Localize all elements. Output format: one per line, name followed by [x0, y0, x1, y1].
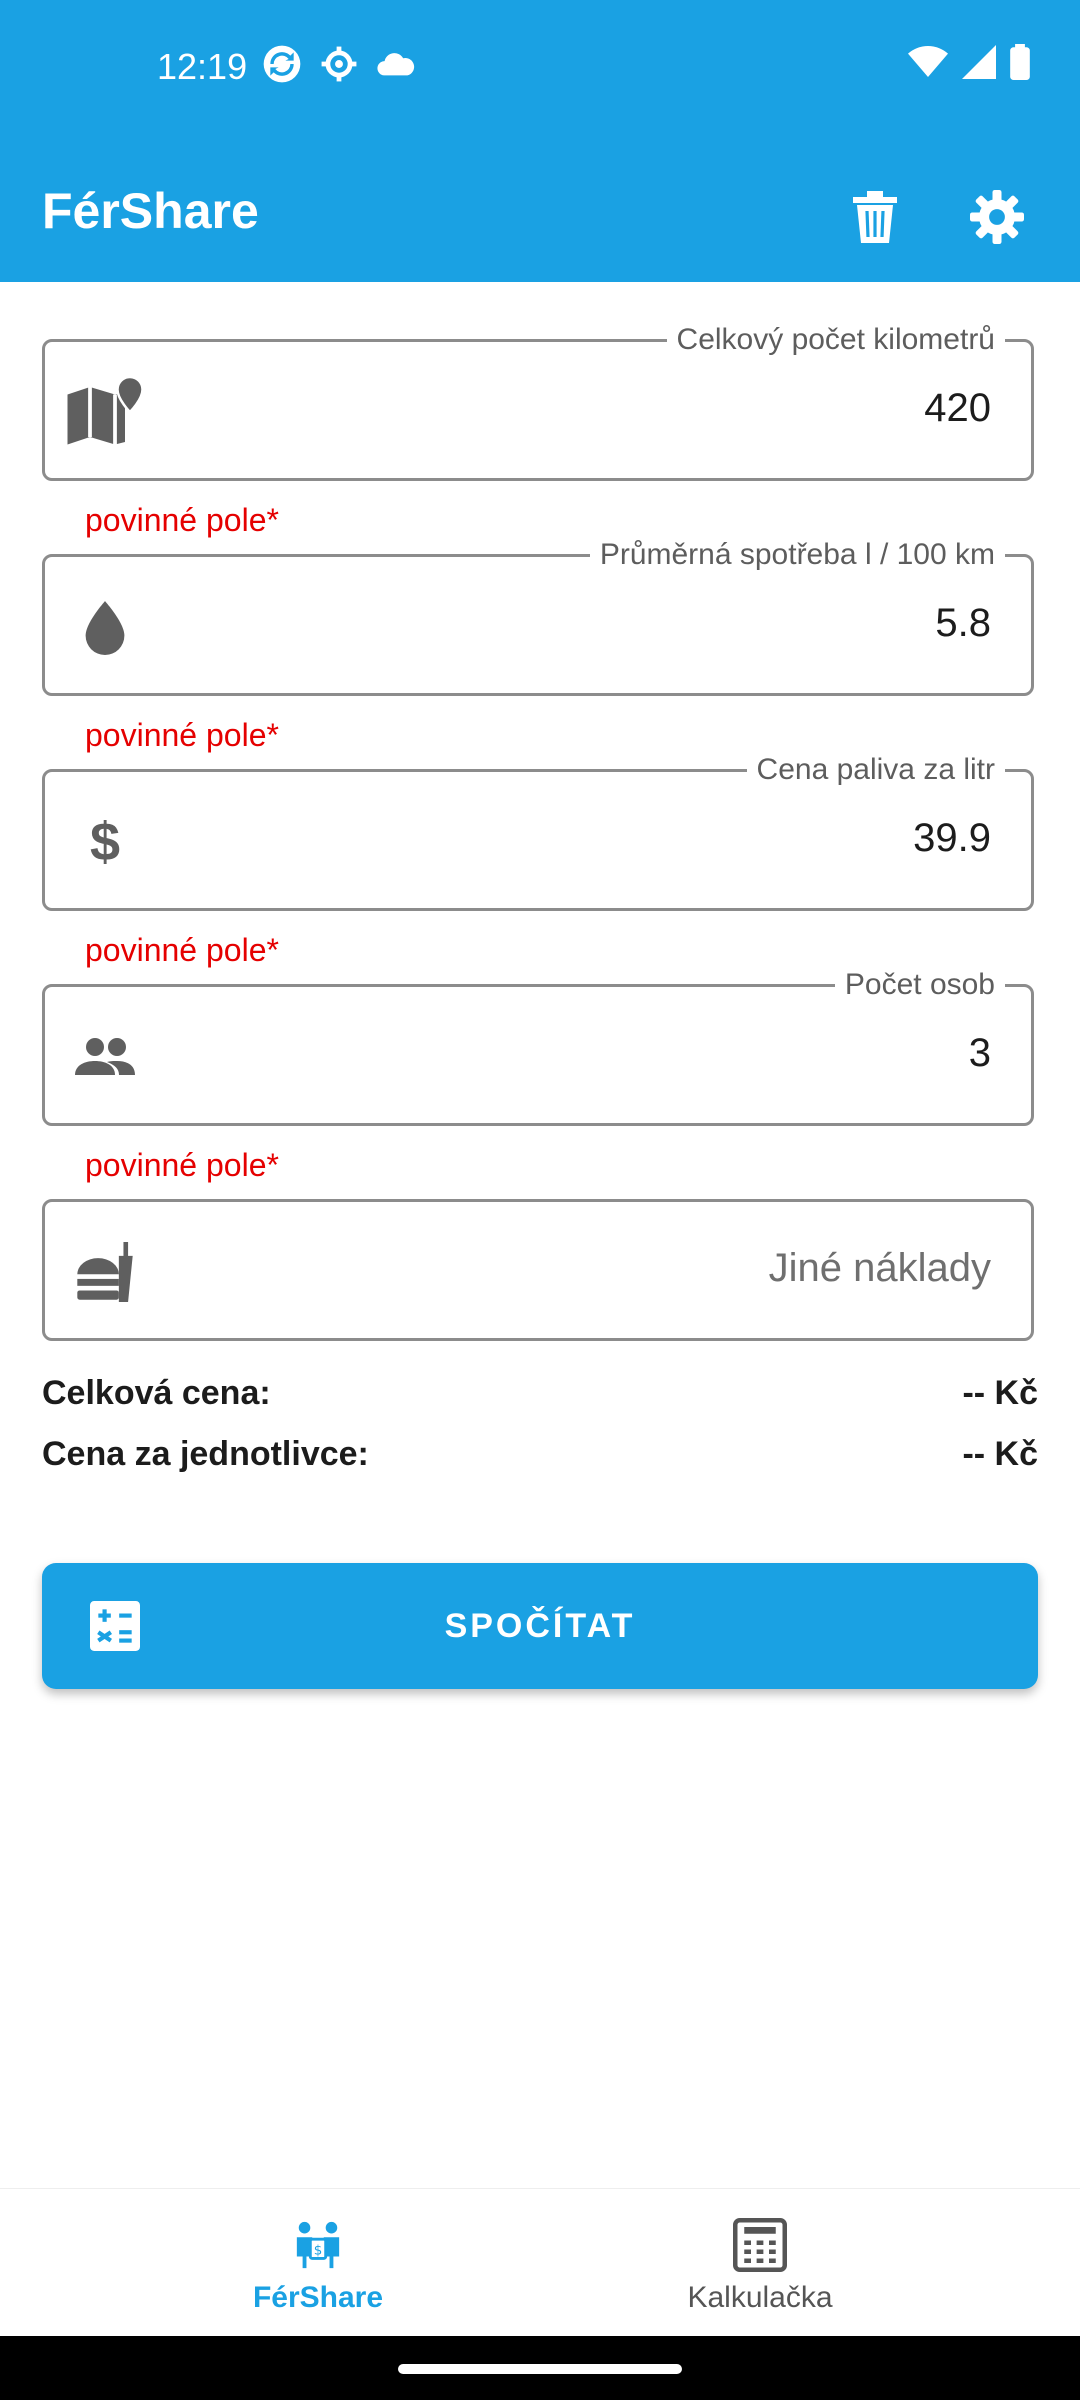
consumption-input[interactable]: 5.8 — [935, 601, 991, 646]
required-note-fuel-price: povinné pole* — [85, 932, 279, 968]
required-note-people: povinné pole* — [85, 1147, 279, 1183]
per-person-price-row: Cena za jednotlivce: -- Kč — [42, 1435, 1038, 1474]
consumption-label: Průměrná spotřeba l / 100 km — [589, 537, 1005, 573]
signal-icon — [962, 45, 996, 79]
svg-text:$: $ — [314, 2244, 323, 2259]
wifi-icon — [908, 46, 948, 77]
calculator-grid-icon — [610, 2217, 910, 2273]
settings-gear-icon — [321, 46, 357, 82]
sync-icon — [263, 45, 301, 83]
calculate-button[interactable]: SPOČÍTAT — [42, 1563, 1038, 1689]
people-icon — [65, 1017, 145, 1097]
total-km-label: Celkový počet kilometrů — [666, 322, 1005, 358]
nav-item-calculator[interactable]: Kalkulačka — [610, 2217, 910, 2315]
total-km-field[interactable]: Celkový počet kilometrů 420 — [42, 322, 1034, 481]
fershare-icon: $ — [168, 2217, 468, 2273]
trash-icon — [853, 191, 897, 243]
people-count-label: Počet osob — [834, 967, 1005, 1003]
nav-label-fershare: FérShare — [252, 2281, 384, 2314]
app-title: FérShare — [42, 183, 259, 239]
total-price-label: Celková cena: — [42, 1374, 271, 1412]
other-costs-field[interactable]: Jiné náklady — [42, 1199, 1034, 1341]
total-km-input[interactable]: 420 — [924, 386, 991, 431]
people-count-field[interactable]: Počet osob 3 — [42, 967, 1034, 1126]
fuel-price-field[interactable]: Cena paliva za litr $ 39.9 — [42, 752, 1034, 911]
gear-icon — [970, 190, 1024, 244]
app-bar: FérShare — [0, 132, 1080, 282]
battery-icon — [1010, 44, 1030, 80]
per-person-price-value: -- Kč — [962, 1435, 1038, 1473]
dollar-icon: $ — [89, 812, 121, 872]
per-person-price-label: Cena za jednotlivce: — [42, 1435, 369, 1473]
settings-button[interactable] — [967, 187, 1027, 247]
bottom-navigation: $ FérShare Kalkulačka — [0, 2188, 1080, 2337]
consumption-field[interactable]: Průměrná spotřeba l / 100 km 5.8 — [42, 537, 1034, 696]
calculate-button-label: SPOČÍTAT — [444, 1607, 636, 1645]
total-price-row: Celková cena: -- Kč — [42, 1374, 1038, 1413]
system-navigation-bar — [0, 2336, 1080, 2400]
fuel-price-label: Cena paliva za litr — [746, 752, 1005, 788]
cloud-icon — [377, 53, 415, 76]
delete-button[interactable] — [845, 187, 905, 247]
food-icon — [65, 1232, 145, 1312]
nav-item-fershare[interactable]: $ FérShare — [168, 2217, 468, 2315]
home-gesture-handle[interactable] — [398, 2364, 682, 2374]
total-price-value: -- Kč — [962, 1374, 1038, 1412]
map-icon — [65, 372, 145, 452]
status-icons-right — [908, 44, 1030, 80]
status-bar: 12:19 — [0, 0, 1080, 132]
drop-icon — [65, 587, 145, 667]
status-time: 12:19 — [157, 46, 248, 87]
required-note-consumption: povinné pole* — [85, 717, 279, 753]
other-costs-input[interactable]: Jiné náklady — [769, 1246, 991, 1291]
people-count-input[interactable]: 3 — [969, 1031, 991, 1076]
nav-label-calculator: Kalkulačka — [687, 2281, 833, 2314]
required-note-km: povinné pole* — [85, 502, 279, 538]
fuel-price-input[interactable]: 39.9 — [913, 816, 991, 861]
status-icons-left — [262, 44, 416, 84]
